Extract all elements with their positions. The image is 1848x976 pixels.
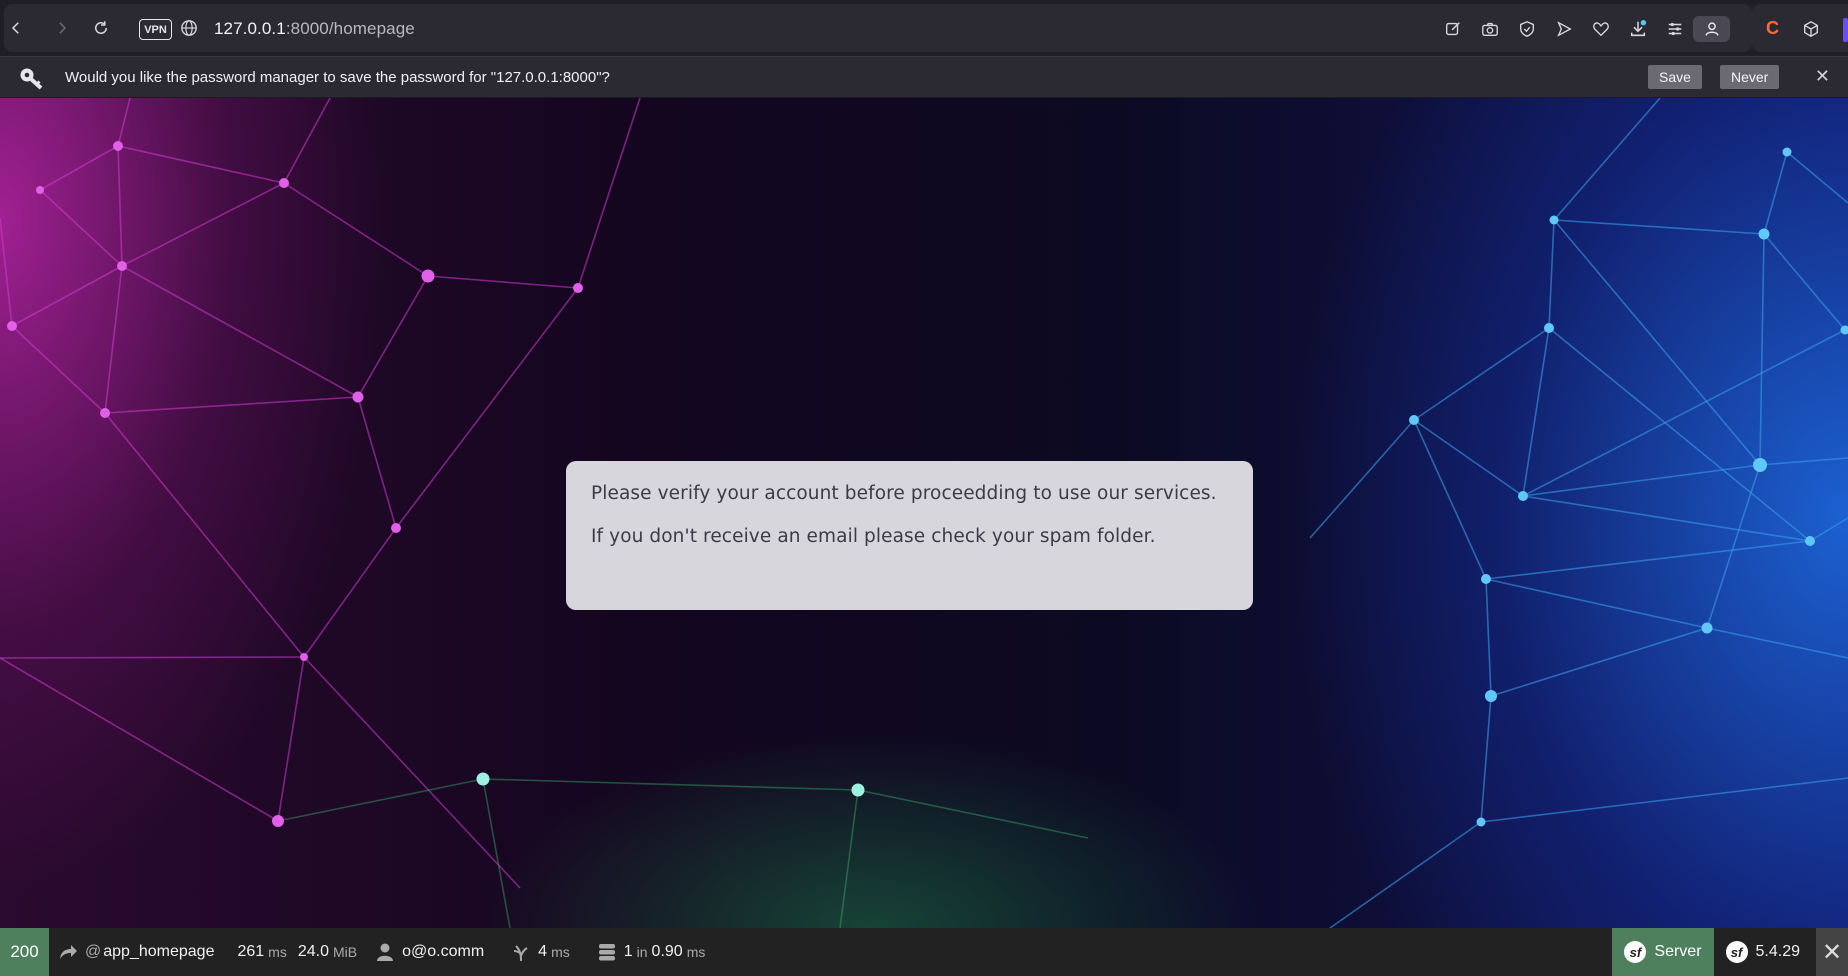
browser-toolbar: VPN 127.0.0.1:8000/homepage C bbox=[0, 0, 1848, 56]
db-in: in bbox=[636, 944, 648, 960]
back-icon[interactable] bbox=[4, 16, 28, 40]
download-icon[interactable] bbox=[1619, 16, 1656, 42]
database-item[interactable]: 1 in 0.90 ms bbox=[579, 928, 715, 976]
never-button[interactable]: Never bbox=[1720, 65, 1780, 89]
sidebar-indicator bbox=[1843, 18, 1848, 42]
extensions-area: C bbox=[1752, 4, 1848, 52]
time-item[interactable]: 261 ms bbox=[223, 928, 295, 976]
database-icon bbox=[598, 944, 615, 961]
symfony-debug-toolbar: 200 @ app_homepage 261 ms 24.0 MiB o@o.c… bbox=[0, 928, 1848, 976]
memory-unit: MiB bbox=[332, 944, 358, 960]
user-icon bbox=[377, 943, 394, 961]
route-prefix: @ bbox=[85, 943, 102, 960]
save-button[interactable]: Save bbox=[1648, 65, 1702, 89]
edit-icon[interactable] bbox=[1434, 16, 1471, 42]
twig-item[interactable]: 4 ms bbox=[493, 928, 579, 976]
route-name: app_homepage bbox=[103, 943, 215, 960]
user-email: o@o.comm bbox=[402, 943, 485, 960]
toolbar-right: sf Server sf 5.4.29 ✕ bbox=[1612, 928, 1848, 976]
memory-item[interactable]: 24.0 MiB bbox=[296, 928, 366, 976]
url-path: :8000/homepage bbox=[285, 19, 415, 38]
status-code[interactable]: 200 bbox=[0, 928, 49, 976]
twig-icon bbox=[514, 945, 528, 962]
key-icon bbox=[18, 66, 44, 90]
vpn-badge[interactable]: VPN bbox=[139, 19, 172, 40]
notice-line-2: If you don't receive an email please che… bbox=[591, 526, 1156, 547]
toolbar-close-icon[interactable]: ✕ bbox=[1816, 928, 1848, 976]
db-time: 0.90 bbox=[651, 943, 683, 960]
camera-icon[interactable] bbox=[1471, 16, 1508, 42]
extensions-cube-icon[interactable] bbox=[1802, 20, 1820, 38]
url-host: 127.0.0.1 bbox=[214, 19, 286, 38]
profile-icon[interactable] bbox=[1693, 16, 1730, 42]
time-value: 261 bbox=[237, 943, 265, 960]
symfony-logo-icon: sf bbox=[1725, 941, 1748, 963]
password-save-bar: Would you like the password manager to s… bbox=[0, 56, 1848, 97]
server-item[interactable]: sf Server bbox=[1612, 928, 1714, 976]
toolbar-icons bbox=[1434, 16, 1730, 42]
symfony-version: 5.4.29 bbox=[1755, 943, 1800, 960]
menu-icon[interactable] bbox=[1656, 16, 1693, 42]
extension-c-icon[interactable]: C bbox=[1766, 18, 1779, 39]
twig-unit: ms bbox=[551, 944, 570, 960]
shield-icon[interactable] bbox=[1508, 16, 1545, 42]
user-item[interactable]: o@o.comm bbox=[366, 928, 493, 976]
route-item[interactable]: @ app_homepage bbox=[49, 928, 223, 976]
close-icon[interactable]: ✕ bbox=[1815, 66, 1830, 87]
db-unit: ms bbox=[686, 944, 706, 960]
server-label: Server bbox=[1654, 943, 1702, 960]
symfony-logo-icon: sf bbox=[1624, 941, 1647, 963]
globe-icon[interactable] bbox=[180, 19, 198, 37]
password-prompt-message: Would you like the password manager to s… bbox=[65, 69, 610, 86]
page-content: Please verify your account before procee… bbox=[0, 98, 1848, 928]
notice-line-1: Please verify your account before procee… bbox=[591, 483, 1217, 504]
db-count: 1 bbox=[623, 943, 633, 960]
url-field[interactable]: 127.0.0.1:8000/homepage bbox=[214, 19, 415, 39]
twig-value: 4 bbox=[538, 943, 548, 960]
memory-value: 24.0 bbox=[297, 943, 329, 960]
route-arrow-icon bbox=[60, 945, 77, 959]
play-icon[interactable] bbox=[1545, 16, 1582, 42]
forward-icon[interactable] bbox=[50, 16, 74, 40]
time-unit: ms bbox=[268, 944, 287, 960]
verification-notice: Please verify your account before procee… bbox=[566, 461, 1253, 610]
reload-icon[interactable] bbox=[89, 16, 113, 40]
symfony-version-item[interactable]: sf 5.4.29 bbox=[1714, 928, 1816, 976]
heart-icon[interactable] bbox=[1582, 16, 1619, 42]
